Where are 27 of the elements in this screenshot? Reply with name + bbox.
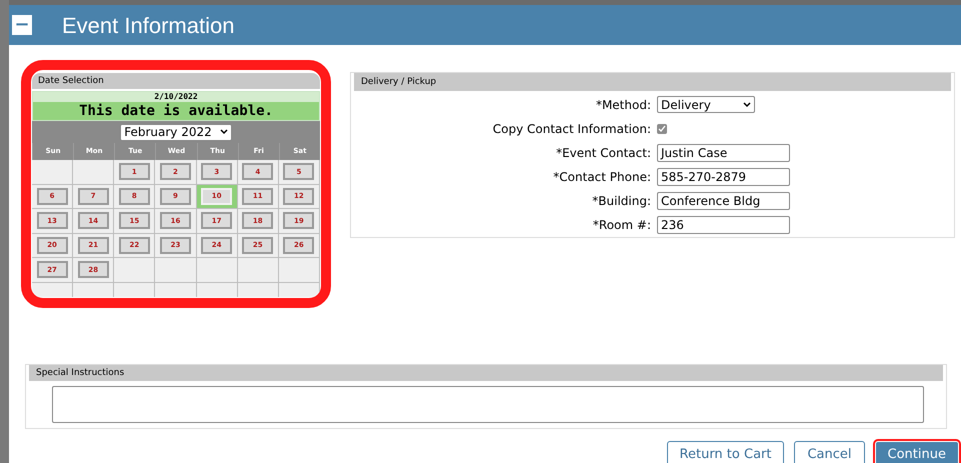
method-select[interactable]: Delivery <box>657 96 755 113</box>
collapse-button[interactable]: − <box>12 15 32 35</box>
secondary-button[interactable]: Cancel <box>794 441 865 463</box>
chevron-icon <box>220 129 228 135</box>
instructions-field[interactable] <box>52 386 924 423</box>
text-field[interactable]: 236 <box>657 216 790 234</box>
availability-message: This date is available. <box>79 102 273 120</box>
field-label: Copy Contact Information: <box>492 120 651 138</box>
panel-header: Date Selection <box>32 73 320 89</box>
field-label: *Method: <box>594 96 651 114</box>
panel-header: Delivery / Pickup <box>354 73 951 91</box>
field-label: *Building: <box>591 192 651 210</box>
chevron-icon <box>743 102 751 108</box>
text-field[interactable]: Justin Case <box>657 144 790 162</box>
panel-header: Special Instructions <box>29 365 943 381</box>
continue-button[interactable]: Continue <box>874 441 959 463</box>
secondary-button[interactable]: Return to Cart <box>666 441 784 463</box>
checkbox[interactable] <box>657 124 667 134</box>
section-title: Event Information <box>62 12 234 40</box>
check-icon <box>658 124 666 132</box>
month-select[interactable]: February 2022 <box>120 124 232 140</box>
text-field[interactable]: 585-270-2879 <box>657 168 790 186</box>
field-label: *Contact Phone: <box>552 168 651 186</box>
field-label: *Event Contact: <box>555 144 651 162</box>
field-label: *Room #: <box>592 216 651 234</box>
text-field[interactable]: Conference Bldg <box>657 192 790 210</box>
selected-date: 2/10/2022 <box>33 92 319 102</box>
